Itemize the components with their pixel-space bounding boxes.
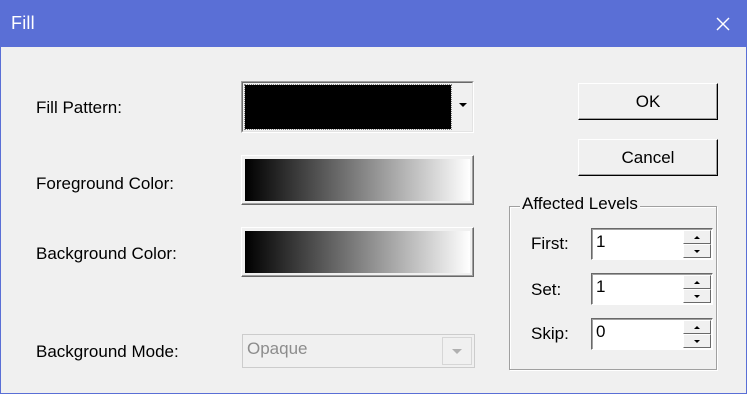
chevron-down-icon[interactable] bbox=[459, 103, 467, 107]
first-value: 1 bbox=[596, 232, 606, 251]
skip-spin-up[interactable] bbox=[683, 320, 711, 334]
set-label: Set: bbox=[531, 280, 562, 299]
chevron-down-icon bbox=[452, 348, 462, 354]
affected-levels-title: Affected Levels bbox=[520, 194, 640, 214]
background-mode-label: Background Mode: bbox=[36, 342, 179, 361]
ok-button[interactable]: OK bbox=[578, 83, 718, 120]
foreground-color-label: Foreground Color: bbox=[36, 174, 174, 193]
cancel-button[interactable]: Cancel bbox=[578, 139, 718, 176]
first-input[interactable]: 1 bbox=[591, 228, 713, 260]
close-button[interactable] bbox=[700, 1, 746, 47]
background-color-gradient bbox=[245, 231, 470, 273]
set-value: 1 bbox=[596, 277, 606, 296]
first-spin-down[interactable] bbox=[683, 244, 711, 258]
background-mode-select[interactable]: Opaque bbox=[242, 334, 475, 368]
chevron-down-icon bbox=[694, 249, 700, 253]
first-spin-up[interactable] bbox=[683, 230, 711, 244]
skip-label: Skip: bbox=[531, 324, 569, 343]
fill-pattern-swatch bbox=[244, 84, 452, 130]
first-label: First: bbox=[531, 234, 569, 253]
dialog-title: Fill bbox=[11, 13, 35, 33]
set-input[interactable]: 1 bbox=[591, 273, 713, 305]
close-icon bbox=[716, 17, 730, 31]
chevron-down-icon bbox=[694, 294, 700, 298]
chevron-up-icon bbox=[694, 325, 700, 329]
set-spin-up[interactable] bbox=[683, 275, 711, 289]
fill-pattern-combo[interactable] bbox=[241, 81, 474, 133]
background-mode-dropdown[interactable] bbox=[442, 337, 472, 365]
skip-value: 0 bbox=[596, 322, 606, 341]
chevron-down-icon bbox=[694, 339, 700, 343]
chevron-up-icon bbox=[694, 235, 700, 239]
title-bar[interactable]: Fill bbox=[1, 1, 746, 47]
ok-button-label: OK bbox=[635, 91, 661, 111]
chevron-up-icon bbox=[694, 280, 700, 284]
foreground-color-button[interactable] bbox=[241, 155, 474, 205]
skip-spin-down[interactable] bbox=[683, 334, 711, 348]
foreground-color-gradient bbox=[245, 159, 470, 201]
cancel-button-label: Cancel bbox=[621, 147, 675, 167]
skip-input[interactable]: 0 bbox=[591, 318, 713, 350]
fill-dialog: Fill Fill Pattern: Foreground Color: Bac… bbox=[0, 0, 747, 394]
background-color-label: Background Color: bbox=[36, 244, 177, 263]
fill-pattern-label: Fill Pattern: bbox=[36, 98, 122, 117]
background-color-button[interactable] bbox=[241, 227, 474, 277]
background-mode-value: Opaque bbox=[247, 339, 308, 358]
set-spin-down[interactable] bbox=[683, 289, 711, 303]
